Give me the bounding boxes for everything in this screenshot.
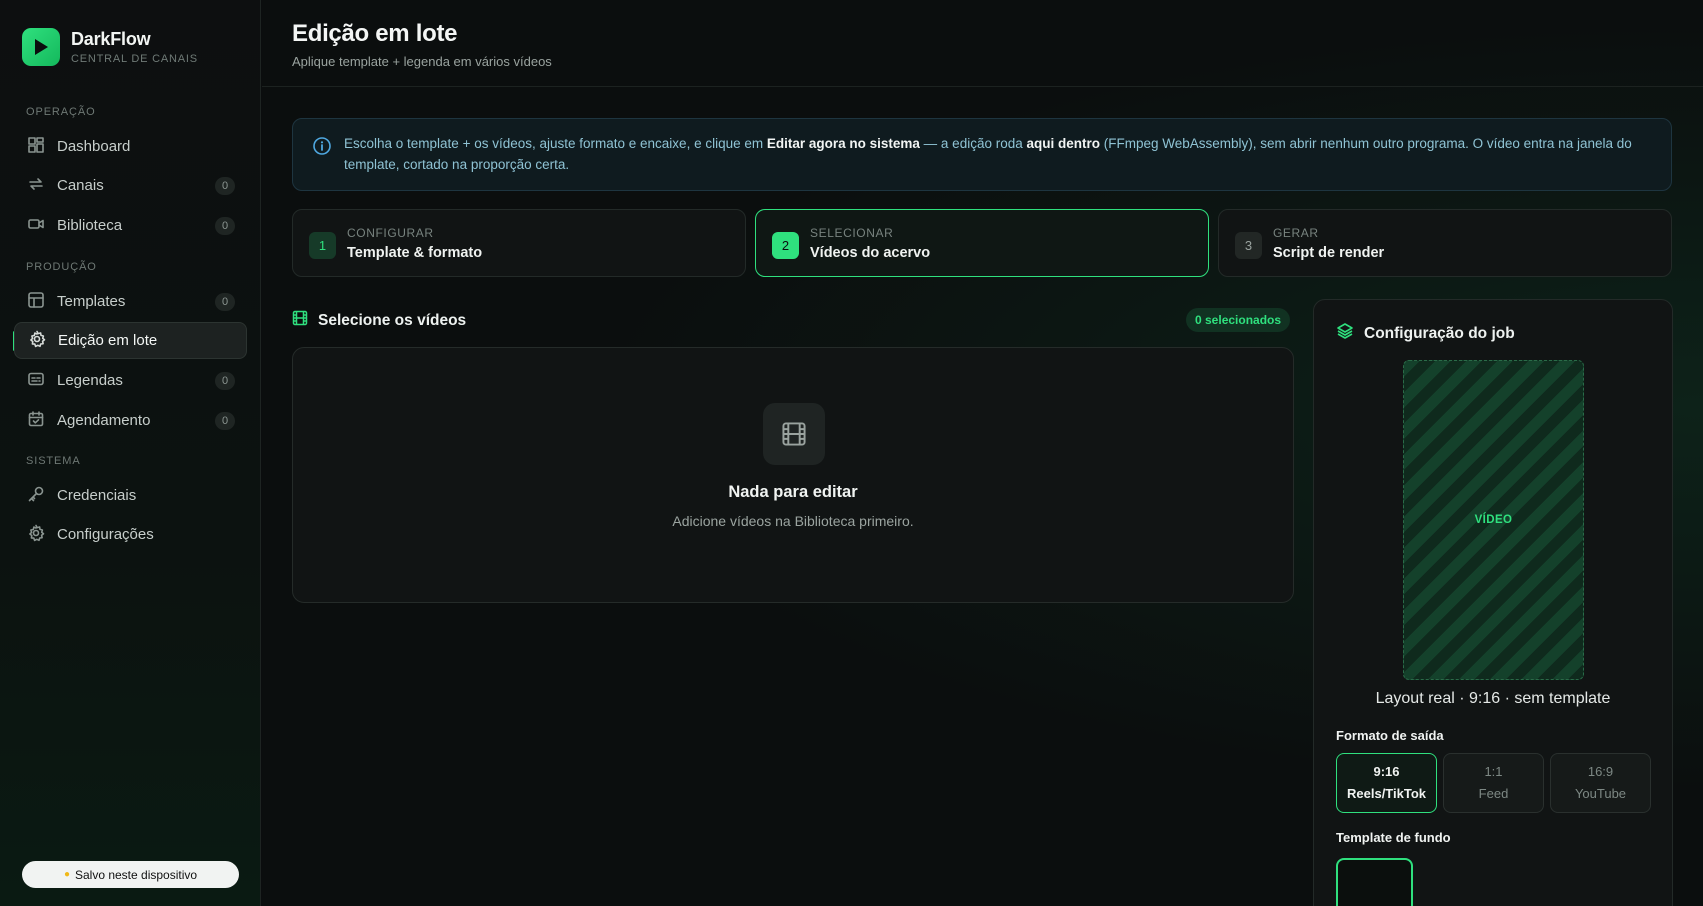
format-name: YouTube bbox=[1574, 786, 1627, 801]
info-text: Escolha o template + os vídeos, ajuste f… bbox=[344, 136, 1632, 172]
background-template-label: Template de fundo bbox=[1336, 830, 1451, 845]
step-number: 2 bbox=[772, 232, 799, 259]
sidebar-item-configuracoes[interactable]: Configurações bbox=[14, 516, 247, 553]
saved-status-pill[interactable]: ● Salvo neste dispositivo bbox=[22, 861, 239, 888]
format-label: Formato de saída bbox=[1336, 728, 1444, 743]
layers-icon bbox=[1336, 322, 1354, 345]
sidebar-item-label: Credenciais bbox=[57, 487, 137, 504]
step-title: Vídeos do acervo bbox=[810, 245, 931, 261]
section-label-producao: PRODUÇÃO bbox=[26, 261, 97, 273]
sidebar-item-biblioteca[interactable]: Biblioteca 0 bbox=[14, 207, 247, 244]
section-title: Selecione os vídeos bbox=[318, 311, 467, 329]
step-kicker: CONFIGURAR bbox=[347, 226, 434, 240]
sidebar-item-label: Templates bbox=[57, 293, 126, 310]
step-number: 3 bbox=[1235, 232, 1262, 259]
step-title: Template & formato bbox=[347, 245, 483, 261]
job-config-panel: Configuração do job VÍDEO Layout real · … bbox=[1313, 299, 1673, 906]
repeat-icon bbox=[27, 175, 45, 197]
dashboard-icon bbox=[27, 136, 45, 158]
brand-name: DarkFlow bbox=[71, 29, 151, 49]
video-camera-icon bbox=[27, 215, 45, 237]
sidebar-item-label: Canais bbox=[57, 177, 104, 194]
selected-count-badge: 0 selecionados bbox=[1186, 308, 1291, 332]
sidebar-item-label: Edição em lote bbox=[58, 332, 158, 349]
page-subtitle: Aplique template + legenda em vários víd… bbox=[292, 54, 552, 69]
gear-icon bbox=[27, 524, 45, 546]
page-title: Edição em lote bbox=[292, 20, 458, 47]
format-option-9-16[interactable]: 9:16 Reels/TikTok bbox=[1336, 753, 1437, 813]
empty-title: Nada para editar bbox=[728, 483, 858, 501]
sidebar-item-legendas[interactable]: Legendas 0 bbox=[14, 362, 247, 399]
video-selection-header: Selecione os vídeos bbox=[292, 310, 466, 331]
job-config-title: Configuração do job bbox=[1364, 324, 1515, 342]
sidebar: DarkFlow CENTRAL DE CANAIS OPERAÇÃO Dash… bbox=[0, 0, 261, 906]
preview-label: VÍDEO bbox=[1474, 514, 1513, 526]
key-icon bbox=[27, 485, 45, 507]
step-kicker: SELECIONAR bbox=[810, 226, 894, 240]
sidebar-item-label: Configurações bbox=[57, 526, 154, 543]
format-option-1-1[interactable]: 1:1 Feed bbox=[1443, 753, 1544, 813]
sidebar-item-dashboard[interactable]: Dashboard bbox=[14, 128, 247, 165]
step-configurar[interactable]: 1 CONFIGURAR Template & formato bbox=[292, 209, 746, 277]
layout-icon bbox=[27, 291, 45, 313]
sidebar-item-agendamento[interactable]: Agendamento 0 bbox=[14, 402, 247, 439]
count-badge: 0 bbox=[215, 411, 235, 430]
step-gerar[interactable]: 3 GERAR Script de render bbox=[1218, 209, 1672, 277]
page-header: Edição em lote Aplique template + legend… bbox=[262, 0, 1703, 87]
film-icon bbox=[292, 310, 308, 331]
section-label-operacao: OPERAÇÃO bbox=[26, 106, 96, 118]
format-name: Feed bbox=[1478, 786, 1509, 801]
format-name: Reels/TikTok bbox=[1347, 786, 1426, 801]
sidebar-item-label: Legendas bbox=[57, 372, 123, 389]
background-template-option[interactable] bbox=[1336, 858, 1413, 906]
sidebar-item-canais[interactable]: Canais 0 bbox=[14, 167, 247, 204]
layout-caption: Layout real · 9:16 · sem template bbox=[1375, 690, 1611, 707]
sidebar-item-label: Dashboard bbox=[57, 138, 131, 155]
saved-status-label: Salvo neste dispositivo bbox=[74, 867, 198, 882]
job-config-header: Configuração do job bbox=[1336, 322, 1515, 345]
video-preview: VÍDEO bbox=[1403, 360, 1584, 680]
play-logo-icon bbox=[22, 28, 60, 66]
film-icon bbox=[763, 403, 825, 465]
brand[interactable]: DarkFlow CENTRAL DE CANAIS bbox=[22, 28, 198, 66]
format-ratio: 1:1 bbox=[1484, 764, 1503, 779]
sidebar-item-edicao-em-lote[interactable]: Edição em lote bbox=[14, 322, 247, 359]
captions-icon bbox=[27, 370, 45, 392]
count-badge: 0 bbox=[215, 371, 235, 390]
format-option-16-9[interactable]: 16:9 YouTube bbox=[1550, 753, 1651, 813]
main-content: Edição em lote Aplique template + legend… bbox=[262, 0, 1703, 906]
sidebar-item-templates[interactable]: Templates 0 bbox=[14, 283, 247, 320]
sidebar-item-credenciais[interactable]: Credenciais bbox=[14, 477, 247, 514]
count-badge: 0 bbox=[215, 292, 235, 311]
info-icon bbox=[312, 136, 332, 161]
empty-subtitle: Adicione vídeos na Biblioteca primeiro. bbox=[672, 513, 914, 529]
sidebar-item-label: Agendamento bbox=[57, 412, 151, 429]
step-selecionar[interactable]: 2 SELECIONAR Vídeos do acervo bbox=[755, 209, 1209, 277]
info-banner: Escolha o template + os vídeos, ajuste f… bbox=[292, 118, 1672, 191]
brand-subtitle: CENTRAL DE CANAIS bbox=[71, 53, 198, 65]
step-title: Script de render bbox=[1273, 245, 1385, 261]
sidebar-item-label: Biblioteca bbox=[57, 217, 123, 234]
calendar-icon bbox=[27, 410, 45, 432]
format-ratio: 9:16 bbox=[1373, 764, 1400, 779]
gear-icon bbox=[28, 330, 46, 352]
count-badge: 0 bbox=[215, 216, 235, 235]
step-kicker: GERAR bbox=[1273, 226, 1319, 240]
count-badge: 0 bbox=[215, 176, 235, 195]
format-ratio: 16:9 bbox=[1587, 764, 1614, 779]
step-number: 1 bbox=[309, 232, 336, 259]
sun-icon: ● bbox=[63, 869, 70, 880]
empty-state: Nada para editar Adicione vídeos na Bibl… bbox=[292, 347, 1294, 603]
section-label-sistema: SISTEMA bbox=[26, 455, 81, 467]
